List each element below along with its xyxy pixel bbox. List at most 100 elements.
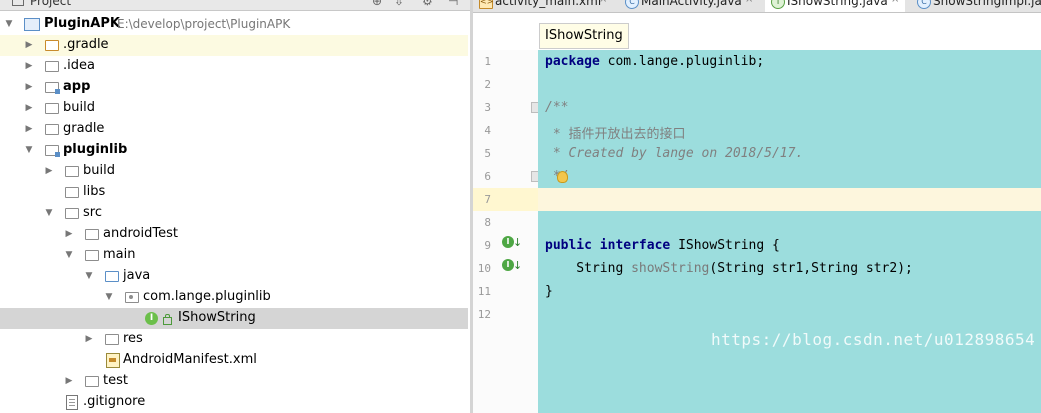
folder-icon [65,208,79,219]
tree-item-idea[interactable]: ▶ .idea [0,56,468,77]
text-file-icon [66,395,78,410]
tree-label: .gradle [63,37,109,52]
line-number: 1 [484,55,491,68]
tab-label: IShowString.java [787,0,888,8]
tree-item-pluginlib[interactable]: ▼ pluginlib [0,140,468,161]
tree-label: PluginAPK [44,16,120,31]
editor-gutter: 1 2 3 4 5 6 7 8 9 10 11 12 I ↓ I ↓ [473,50,540,413]
collapsed-arrow-icon[interactable]: ▶ [24,102,34,114]
project-icon [24,18,40,31]
close-icon[interactable]: × [745,0,753,5]
tree-item-res[interactable]: ▶ res [0,329,468,350]
code-area[interactable]: package com.lange.pluginlib; /** * 插件开放出… [538,50,1041,413]
line-number: 7 [484,193,491,206]
tree-label: .gitignore [83,394,146,409]
code-text: (String str1,String str2); [709,261,913,276]
tab-ishowstring-java[interactable]: I IShowString.java × [765,0,905,12]
folder-icon [45,40,59,51]
gear-icon[interactable]: ⚙ [422,0,433,8]
tree-item-ishowstring[interactable]: I IShowString [0,308,468,329]
implemented-gutter-icon[interactable]: I ↓ [502,259,522,273]
project-path: E:\develop\project\PluginAPK [117,17,291,31]
folder-icon [65,187,79,198]
code-keyword: package [545,54,600,69]
collapsed-arrow-icon[interactable]: ▶ [44,165,54,177]
tree-label: build [83,163,115,178]
tree-item-build[interactable]: ▶ build [0,98,468,119]
tree-item-androidtest[interactable]: ▶ androidTest [0,224,468,245]
tab-label: ShowStringImpl.java [933,0,1041,8]
module-folder-icon [45,82,60,94]
project-header-label[interactable]: Project [30,0,71,8]
collapsed-arrow-icon[interactable]: ▶ [84,333,94,345]
code-editor: <> activity_main.xml × C MainActivity.ja… [473,0,1041,413]
tab-activity-main-xml[interactable]: <> activity_main.xml × [473,0,611,12]
collapsed-arrow-icon[interactable]: ▶ [64,375,74,387]
implemented-gutter-icon[interactable]: I ↓ [502,236,522,250]
collapsed-arrow-icon[interactable]: ▶ [24,39,34,51]
lock-icon [163,314,172,325]
tree-label: AndroidManifest.xml [123,352,257,367]
project-panel: Project ⊕ ⇳ ⚙ ⊣ ▼ PluginAPK E:\develop\p… [0,0,470,413]
tree-item-package[interactable]: ▼ com.lange.pluginlib [0,287,468,308]
breadcrumb[interactable]: IShowString [539,23,629,49]
tree-item-app[interactable]: ▶ app [0,77,468,98]
tree-label: pluginlib [63,142,128,157]
tree-label: java [123,268,151,283]
tree-item-gradle-dir[interactable]: ▶ .gradle [0,35,468,56]
tree-item-gradle[interactable]: ▶ gradle [0,119,468,140]
tree-label: androidTest [103,226,178,241]
line-number: 10 [477,262,491,275]
code-comment: 插件开放出去的接口 [568,127,686,142]
tab-showstringimpl-java[interactable]: C ShowStringImpl.java [911,0,1041,12]
collapsed-arrow-icon[interactable]: ▶ [24,81,34,93]
line-number: 9 [484,239,491,252]
code-line-9: public interface IShowString { [545,238,780,253]
close-icon[interactable]: × [891,0,899,5]
expanded-arrow-icon[interactable]: ▼ [44,207,54,219]
tab-label: MainActivity.java [641,0,742,8]
watermark: https://blog.csdn.net/u012898654 [711,330,1036,349]
collapsed-arrow-icon[interactable]: ▶ [24,60,34,72]
caret-line-highlight [538,188,1041,211]
class-icon: C [625,0,639,9]
tree-item-main[interactable]: ▼ main [0,245,468,266]
code-line-5: * Created by lange on 2018/5/17. [545,146,804,161]
code-text: com.lange.pluginlib; [599,54,765,69]
expanded-arrow-icon[interactable]: ▼ [64,249,74,261]
tree-item-src[interactable]: ▼ src [0,203,468,224]
collapsed-arrow-icon[interactable]: ▶ [24,123,34,135]
tree-label: IShowString [178,310,256,325]
project-header: Project ⊕ ⇳ ⚙ ⊣ [0,0,470,11]
folder-icon [85,250,99,261]
interface-icon: I [145,312,158,325]
sync-icon[interactable]: ⊕ [372,0,382,8]
collapse-icon[interactable]: ⇳ [394,0,404,8]
expanded-arrow-icon[interactable]: ▼ [24,144,34,156]
lightbulb-icon[interactable] [557,171,568,183]
tab-mainactivity-java[interactable]: C MainActivity.java × [619,0,759,12]
tree-item-pluginapk[interactable]: ▼ PluginAPK E:\develop\project\PluginAPK [0,14,468,35]
line-number: 6 [484,170,491,183]
expanded-arrow-icon[interactable]: ▼ [84,270,94,282]
tree-item-java[interactable]: ▼ java [0,266,468,287]
tree-item-libs[interactable]: libs [0,182,468,203]
resource-folder-icon [105,334,119,345]
expanded-arrow-icon[interactable]: ▼ [4,18,14,30]
expanded-arrow-icon[interactable]: ▼ [104,291,114,303]
tree-item-pluginlib-build[interactable]: ▶ build [0,161,468,182]
collapsed-arrow-icon[interactable]: ▶ [64,228,74,240]
tree-item-test[interactable]: ▶ test [0,371,468,392]
line-number: 4 [484,124,491,137]
hide-icon[interactable]: ⊣ [448,0,458,8]
tree-item-manifest[interactable]: AndroidManifest.xml [0,350,468,371]
line-number: 12 [477,308,491,321]
interface-icon: I [771,0,785,9]
tree-item-gitignore[interactable]: .gitignore [0,392,468,413]
line-number: 3 [484,101,491,114]
class-icon: C [917,0,931,9]
code-line-11: } [545,284,553,299]
tab-label: activity_main.xml [495,0,602,8]
close-icon[interactable]: × [599,0,607,5]
code-method-name: showString [631,261,710,276]
